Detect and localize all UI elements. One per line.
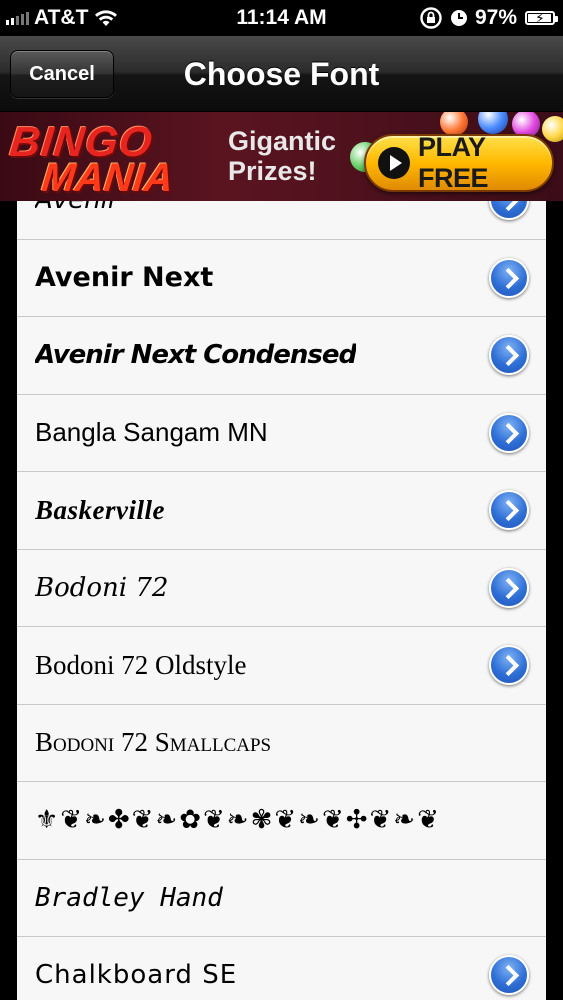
font-name: Bodoni 72 xyxy=(35,572,169,603)
status-left: AT&T xyxy=(6,0,119,36)
list-item[interactable]: ⚜❦❧✤❦❧✿❦❧✾❦❧❦✣❦❧❦ xyxy=(17,782,546,860)
charging-icon: ⚡ xyxy=(535,10,545,26)
font-name: Bodoni 72 Smallcaps xyxy=(35,727,272,758)
detail-disclosure-icon[interactable] xyxy=(489,645,529,686)
navigation-bar: Cancel Choose Font xyxy=(0,36,563,112)
rotation-lock-icon xyxy=(420,7,442,29)
font-name: Avenir Next Condensed xyxy=(35,340,357,371)
list-item[interactable]: Bodoni 72 Smallcaps xyxy=(17,704,546,782)
detail-disclosure-icon[interactable] xyxy=(489,257,529,298)
list-item[interactable]: Bradley Hand xyxy=(17,859,546,937)
battery-percent: 97% xyxy=(474,6,517,29)
play-free-label: PLAY FREE xyxy=(418,132,489,193)
battery-icon: ⚡ xyxy=(525,10,558,26)
detail-disclosure-icon[interactable] xyxy=(489,567,529,608)
play-free-button[interactable]: PLAY FREE xyxy=(364,132,554,193)
bingo-ball-icon xyxy=(478,112,508,134)
carrier-label: AT&T xyxy=(34,6,89,29)
list-item[interactable]: Avenir Next xyxy=(17,239,546,317)
font-name: Bradley Hand xyxy=(35,882,223,913)
logo-line-2: MANIA xyxy=(39,156,176,200)
status-bar: AT&T 11:14 AM 97% ⚡ xyxy=(0,0,563,36)
font-name: ⚜❦❧✤❦❧✿❦❧✾❦❧❦✣❦❧❦ xyxy=(35,805,441,836)
alarm-clock-icon xyxy=(450,10,467,26)
list-item[interactable]: Avenir Next Condensed xyxy=(17,317,546,395)
list-item[interactable]: Bodoni 72 xyxy=(17,549,546,627)
list-item[interactable]: Bangla Sangam MN xyxy=(17,394,546,472)
detail-disclosure-icon[interactable] xyxy=(489,335,529,376)
signal-strength-icon xyxy=(6,11,29,25)
ad-tagline: Gigantic Prizes! xyxy=(228,126,336,186)
font-list: Avenir Avenir Next Avenir Next Condensed… xyxy=(17,201,546,1000)
play-icon xyxy=(378,147,410,179)
detail-disclosure-icon[interactable] xyxy=(489,955,529,996)
list-item[interactable]: Baskerville xyxy=(17,472,546,550)
ad-banner[interactable]: BINGO MANIA Gigantic Prizes! PLAY FREE xyxy=(0,112,563,201)
font-name: Bangla Sangam MN xyxy=(35,417,268,448)
font-name: Avenir Next xyxy=(35,262,214,294)
detail-disclosure-icon[interactable] xyxy=(489,201,529,221)
font-list-container[interactable]: Avenir Avenir Next Avenir Next Condensed… xyxy=(0,201,563,1000)
list-item[interactable]: Chalkboard SE xyxy=(17,937,546,1000)
bingo-mania-logo: BINGO MANIA xyxy=(6,118,216,200)
detail-disclosure-icon[interactable] xyxy=(489,412,529,453)
list-item[interactable]: Avenir xyxy=(17,201,546,240)
ad-tagline-line-1: Gigantic xyxy=(228,126,337,156)
page-title: Choose Font xyxy=(183,56,380,92)
status-right: 97% ⚡ xyxy=(419,0,558,36)
font-name: Chalkboard SE xyxy=(35,960,238,991)
ad-tagline-line-2: Prizes! xyxy=(228,156,317,186)
list-item[interactable]: Bodoni 72 Oldstyle xyxy=(17,627,546,705)
wifi-icon xyxy=(95,10,118,26)
font-name: Bodoni 72 Oldstyle xyxy=(35,649,247,680)
font-name: Baskerville xyxy=(35,494,165,525)
detail-disclosure-icon[interactable] xyxy=(489,490,529,531)
font-name: Avenir xyxy=(35,201,119,215)
